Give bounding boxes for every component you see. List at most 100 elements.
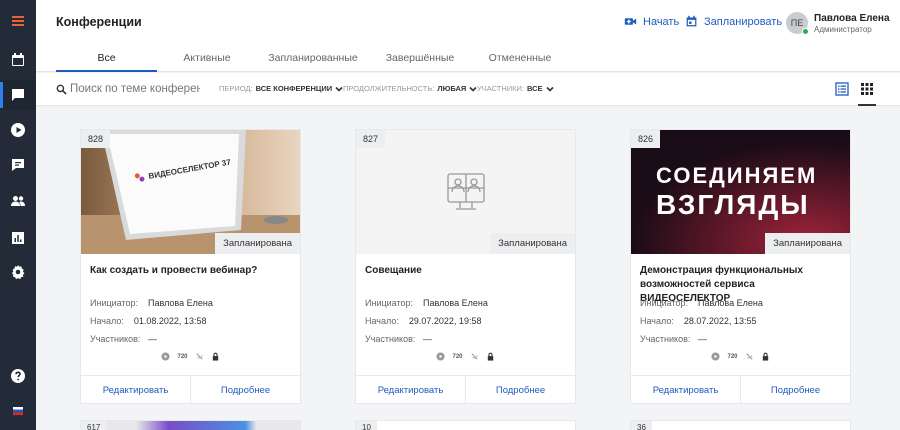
lock-icon: [487, 352, 493, 361]
initiator-row: Инициатор: Павлова Елена: [365, 298, 488, 308]
period-filter[interactable]: ПЕРИОД: ВСЕ КОНФЕРЕНЦИИ: [219, 84, 343, 93]
no-signal-icon: [195, 353, 203, 360]
initiator-label: Инициатор:: [365, 298, 413, 308]
participants-label: Участников:: [90, 334, 141, 344]
participants-label: Участников:: [640, 334, 691, 344]
conference-card-partial[interactable]: 10: [355, 420, 576, 430]
grid-view-icon[interactable]: [860, 82, 874, 96]
status-badge: Запланирована: [490, 233, 575, 254]
card-actions: Редактировать Подробнее: [81, 375, 300, 404]
initiator-value: Павлова Елена: [423, 298, 488, 308]
conference-features: 720: [356, 352, 575, 361]
initiator-row: Инициатор: Павлова Елена: [90, 298, 213, 308]
tab-cancelled[interactable]: Отмененные: [476, 52, 564, 64]
play-icon[interactable]: [0, 115, 36, 145]
tab-active[interactable]: Активные: [164, 52, 250, 64]
avatar-initials: ПЕ: [790, 18, 804, 28]
avatar[interactable]: ПЕ: [786, 12, 809, 35]
period-filter-label: ПЕРИОД:: [219, 84, 253, 93]
schedule-conference-button[interactable]: Запланировать: [685, 15, 782, 28]
hd-quality-label: 720: [727, 353, 738, 360]
details-button[interactable]: Подробнее: [740, 376, 850, 404]
start-value: 29.07.2022, 19:58: [408, 316, 482, 326]
menu-icon[interactable]: [0, 6, 36, 36]
conference-id: 36: [631, 421, 652, 430]
initiator-value: Павлова Елена: [698, 298, 763, 308]
participants-value: —: [697, 334, 707, 344]
list-view-icon[interactable]: [835, 82, 849, 96]
tab-all[interactable]: Все: [56, 52, 157, 64]
search-input[interactable]: [70, 79, 200, 99]
period-filter-value: ВСЕ КОНФЕРЕНЦИИ: [255, 84, 333, 93]
start-label: Начать: [643, 15, 680, 28]
lock-icon: [762, 352, 768, 361]
conference-title: Совещание: [365, 265, 422, 276]
chat-icon[interactable]: [0, 150, 36, 180]
record-icon: [161, 352, 171, 361]
user-name[interactable]: Павлова Елена: [814, 13, 890, 24]
initiator-value: Павлова Елена: [148, 298, 213, 308]
edit-button[interactable]: Редактировать: [81, 376, 190, 404]
active-view-indicator: [858, 104, 876, 106]
initiator-label: Инициатор:: [90, 298, 138, 308]
banner-text: СОЕДИНЯЕМ ВЗГЛЯДЫ: [656, 163, 817, 221]
start-value: 01.08.2022, 13:58: [133, 316, 207, 326]
details-button[interactable]: Подробнее: [465, 376, 575, 404]
stats-icon[interactable]: [0, 223, 36, 253]
conference-id: 828: [81, 130, 111, 148]
banner-line-2: ВЗГЛЯДЫ: [656, 189, 810, 220]
participants-row: Участников: —: [640, 334, 707, 344]
conference-card-partial[interactable]: 617: [80, 420, 301, 430]
start-conference-button[interactable]: Начать: [624, 15, 679, 28]
details-button[interactable]: Подробнее: [190, 376, 300, 404]
conferences-icon[interactable]: [0, 80, 36, 110]
record-icon: [711, 352, 721, 361]
participants-filter-value: ВСЕ: [527, 84, 543, 93]
lock-icon: [212, 352, 218, 361]
banner-line-1: СОЕДИНЯЕМ: [656, 163, 818, 188]
filter-bar: ПЕРИОД: ВСЕ КОНФЕРЕНЦИИ ПРОДОЛЖИТЕЛЬНОСТ…: [36, 73, 900, 106]
conference-id: 617: [81, 421, 107, 430]
language-flag-icon[interactable]: [0, 396, 36, 426]
conference-card[interactable]: 827 Запланирована Совещание Инициатор: П…: [355, 129, 576, 404]
help-icon[interactable]: [0, 361, 36, 391]
conference-card[interactable]: СОЕДИНЯЕМ ВЗГЛЯДЫ 826 Запланирована Демо…: [630, 129, 851, 404]
start-row: Начало: 01.08.2022, 13:58: [90, 316, 206, 326]
edit-button[interactable]: Редактировать: [631, 376, 740, 404]
edit-button[interactable]: Редактировать: [356, 376, 465, 404]
hd-quality-label: 720: [452, 353, 463, 360]
status-badge: Запланирована: [765, 233, 850, 254]
initiator-row: Инициатор: Павлова Елена: [640, 298, 763, 308]
no-signal-icon: [470, 353, 478, 360]
start-value: 28.07.2022, 13:55: [683, 316, 757, 326]
tab-finished[interactable]: Завершённые: [376, 52, 464, 64]
page-title: Конференции: [56, 15, 142, 29]
schedule-label: Запланировать: [704, 15, 783, 28]
hd-quality-label: 720: [177, 353, 188, 360]
no-signal-icon: [745, 353, 753, 360]
participants-value: —: [147, 334, 157, 344]
gear-icon[interactable]: [0, 257, 36, 287]
duration-filter[interactable]: ПРОДОЛЖИТЕЛЬНОСТЬ: ЛЮБАЯ: [343, 84, 477, 93]
sidebar: [0, 0, 36, 430]
calendar-icon: [686, 15, 697, 27]
participants-row: Участников: —: [90, 334, 157, 344]
conference-thumbnail: СОЕДИНЯЕМ ВЗГЛЯДЫ 826 Запланирована: [631, 130, 850, 254]
conference-tabs: Все Активные Запланированные Завершённые…: [36, 44, 900, 72]
tab-scheduled[interactable]: Запланированные: [258, 52, 368, 64]
search-icon: [56, 84, 67, 95]
chevron-down-icon: [335, 86, 343, 92]
card-actions: Редактировать Подробнее: [356, 375, 575, 404]
participants-value: —: [422, 334, 432, 344]
users-icon[interactable]: [0, 186, 36, 216]
calendar-icon[interactable]: [0, 45, 36, 75]
conference-features: 720: [81, 352, 300, 361]
conference-card[interactable]: ВИДЕОСЕЛЕКТОР 37 828 Запланирована Как с…: [80, 129, 301, 404]
conference-placeholder-icon: [447, 173, 485, 210]
conference-card-partial[interactable]: 36: [630, 420, 851, 430]
participants-filter[interactable]: УЧАСТНИКИ: ВСЕ: [477, 84, 554, 93]
conference-features: 720: [631, 352, 850, 361]
participants-filter-label: УЧАСТНИКИ:: [477, 84, 524, 93]
start-label: Начало:: [640, 316, 674, 326]
participants-label: Участников:: [365, 334, 416, 344]
